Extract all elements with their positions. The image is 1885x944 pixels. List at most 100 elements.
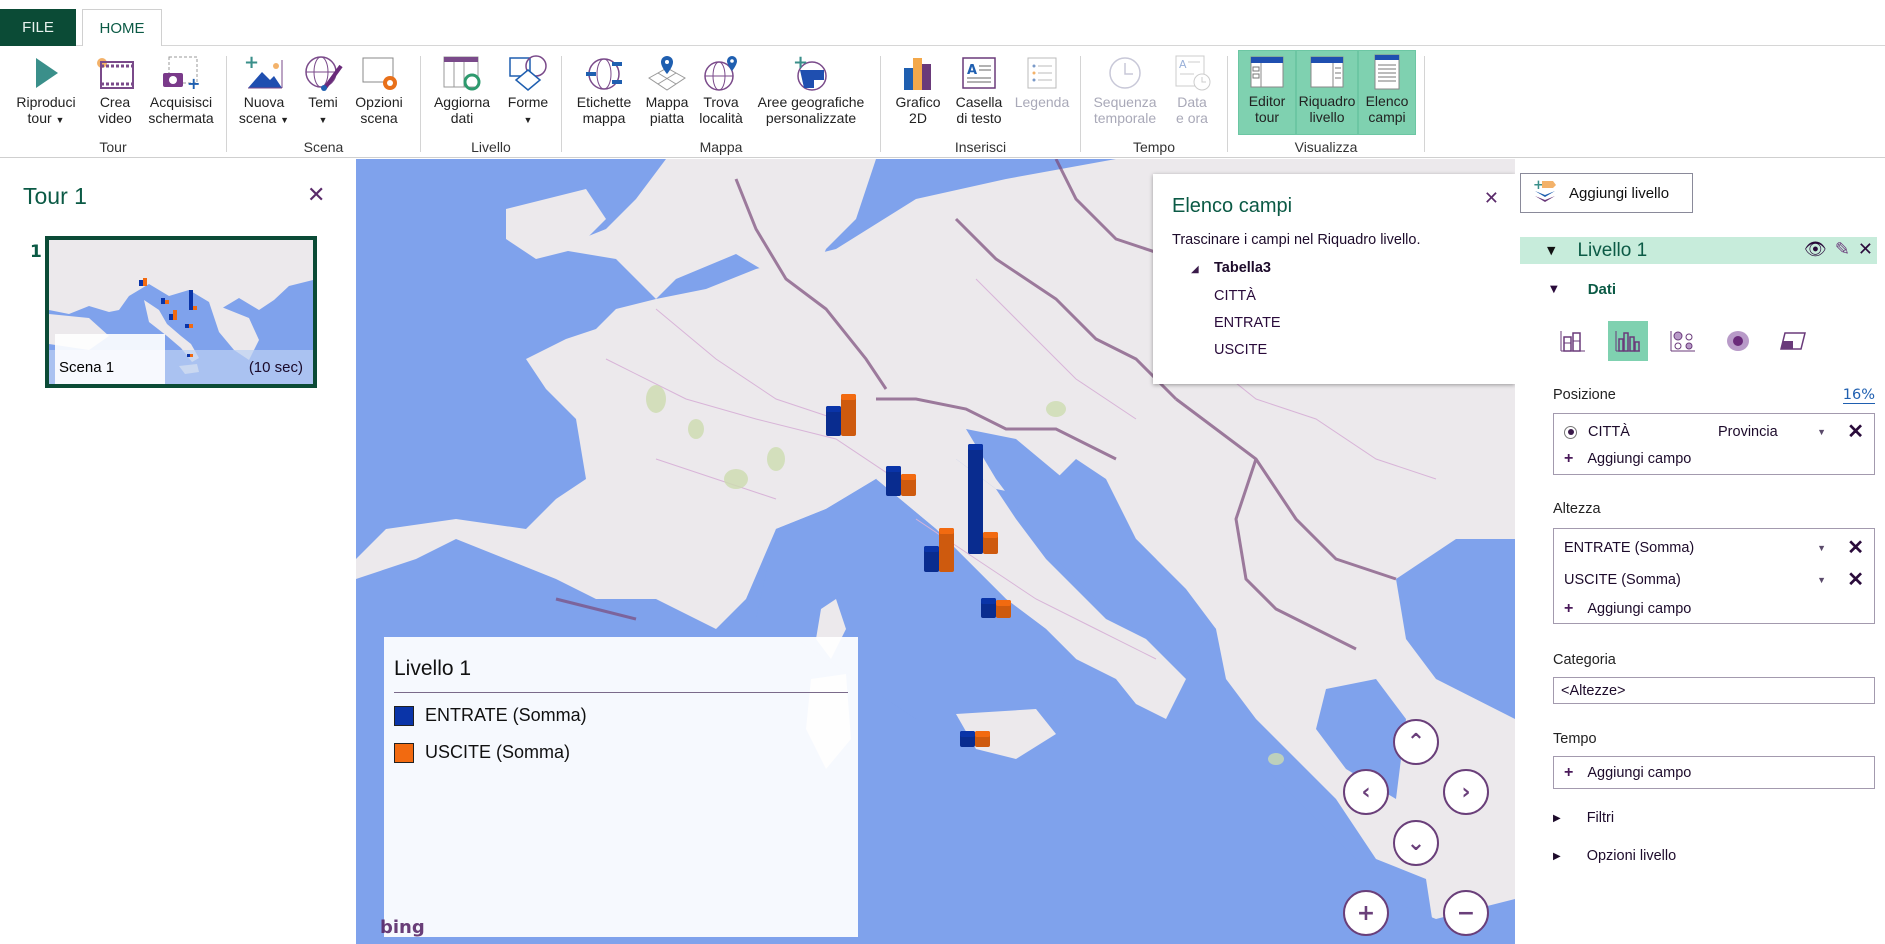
legend-icon [1020, 52, 1064, 94]
label-line2: temporale [1093, 110, 1157, 126]
custom-regions-button[interactable]: + Aree geografiche personalizzate [752, 52, 870, 134]
legend-swatch-uscite [394, 742, 414, 763]
bar-uscite-top-2 [939, 528, 954, 534]
label-line2: dati [450, 110, 474, 126]
svg-text:A: A [967, 63, 977, 78]
tab-home[interactable]: HOME [82, 9, 162, 47]
pan-left-button[interactable]: ‹ [1343, 769, 1389, 815]
bing-logo: bing [380, 917, 425, 938]
eye-icon[interactable]: 👁 [1804, 239, 1827, 260]
power-map-window: FILE HOME Riproduci tour ▼ Crea video + … [0, 0, 1885, 944]
table-name[interactable]: Tabella3 [1214, 260, 1271, 276]
field-entrate[interactable]: ENTRATE [1214, 315, 1281, 331]
themes-button[interactable]: Temi ▼ [303, 52, 343, 134]
pencil-icon[interactable]: ✎ [1835, 239, 1850, 260]
group-tour: Riproduci tour ▼ Crea video + Acquisisci… [0, 46, 226, 158]
zoom-in-button[interactable]: + [1343, 890, 1389, 936]
tree-expand-icon[interactable]: ◢ [1191, 264, 1199, 275]
viz-bubble-button[interactable] [1663, 321, 1703, 361]
delete-layer-icon[interactable]: ✕ [1858, 239, 1873, 260]
remove-field-icon[interactable]: ✕ [1847, 570, 1864, 590]
group-label-mappa: Mappa [699, 139, 743, 155]
radio-selected-icon[interactable] [1564, 425, 1577, 439]
timeline-button[interactable]: Sequenza temporale [1089, 52, 1161, 134]
add-layer-button[interactable]: + Aggiungi livello [1520, 173, 1693, 213]
pan-down-button[interactable]: ⌄ [1393, 820, 1439, 866]
pan-up-button[interactable]: ⌃ [1393, 719, 1439, 765]
remove-field-icon[interactable]: ✕ [1847, 422, 1864, 442]
viz-heatmap-button[interactable] [1718, 321, 1758, 361]
remove-field-icon[interactable]: ✕ [1847, 538, 1864, 558]
pan-right-button[interactable]: › [1443, 769, 1489, 815]
bar-uscite-top-1 [901, 474, 916, 480]
legend-button[interactable]: Legenda [1013, 52, 1071, 134]
bar-uscite-0[interactable] [841, 394, 856, 436]
bar-entrate-top-1 [886, 466, 901, 472]
viz-region-button[interactable] [1773, 321, 1813, 361]
field-uscite[interactable]: USCITE [1214, 342, 1267, 358]
map-canvas[interactable]: Livello 1 ENTRATE (Somma) USCITE (Somma)… [356, 159, 1515, 944]
categoria-value-row: <Altezze> [1561, 679, 1866, 703]
group-scena: + Nuova scena ▼ Temi ▼ Opzioni scena Sce… [227, 46, 420, 158]
label-line2: e ora [1176, 110, 1208, 126]
create-video-button[interactable]: Crea video [92, 52, 138, 134]
chevron-right-icon: › [1461, 779, 1471, 805]
layer-header[interactable]: ▼ Livello 1 👁 ✎ ✕ [1520, 237, 1877, 264]
tour-editor-toggle[interactable]: Editor tour [1238, 50, 1296, 135]
find-location-button[interactable]: Trova località [696, 52, 746, 134]
shapes-button[interactable]: Forme ▼ [505, 52, 551, 134]
chevron-up-icon: ⌃ [1406, 729, 1426, 755]
collapse-caret-icon: ▼ [1550, 284, 1558, 295]
bar-entrate-top-0 [826, 406, 841, 412]
dropdown-caret-icon[interactable]: ▼ [1817, 427, 1826, 437]
tab-file[interactable]: FILE [0, 9, 76, 46]
scene-thumbnail[interactable]: Scena 1 (10 sec) [45, 236, 317, 388]
geocode-percent-link[interactable]: 16% [1842, 387, 1875, 404]
map-labels-button[interactable]: Etichette mappa [574, 52, 634, 134]
map-legend[interactable]: Livello 1 ENTRATE (Somma) USCITE (Somma) [384, 637, 858, 937]
opzioni-livello-expander[interactable]: ▶ Opzioni livello [1553, 848, 1676, 864]
categoria-well[interactable]: <Altezze> [1553, 677, 1875, 704]
capture-screen-button[interactable]: + Acquisisci schermata [144, 52, 218, 134]
group-label-livello: Livello [471, 139, 511, 155]
date-time-button[interactable]: A Data e ora [1169, 52, 1215, 134]
bar-uscite-2[interactable] [939, 528, 954, 572]
tempo-add-field[interactable]: + Aggiungi campo [1564, 761, 1866, 785]
bar-entrate-3[interactable] [968, 444, 983, 554]
viz-clustered-column-button[interactable] [1608, 321, 1648, 361]
chevron-down-icon: ⌄ [1406, 830, 1426, 856]
label: Aggiorna [433, 94, 491, 110]
collapse-caret-icon[interactable]: ▼ [1547, 244, 1555, 257]
label-line2: video [98, 110, 132, 126]
posizione-add-field[interactable]: + Aggiungi campo [1564, 447, 1866, 471]
chart-2d-button[interactable]: Grafico 2D [891, 52, 945, 134]
dropdown-caret-icon[interactable]: ▼ [1817, 543, 1826, 553]
field-list-title: Elenco campi [1172, 195, 1293, 217]
group-label-tour: Tour [99, 139, 127, 155]
close-tour-icon[interactable]: ✕ [307, 185, 325, 207]
flat-map-button[interactable]: Mappa piatta [642, 52, 692, 134]
refresh-data-button[interactable]: Aggiorna dati [431, 52, 493, 134]
plus-icon: + [1564, 450, 1574, 467]
field-citta[interactable]: CITTÀ [1214, 288, 1256, 304]
dropdown-caret-icon[interactable]: ▼ [1817, 575, 1826, 585]
new-scene-button[interactable]: + Nuova scena ▼ [239, 52, 289, 134]
filtri-expander[interactable]: ▶ Filtri [1553, 810, 1614, 826]
field-list-toggle[interactable]: Elenco campi [1358, 50, 1416, 135]
viz-stacked-column-button[interactable] [1553, 321, 1593, 361]
group-label-visualizza: Visualizza [1294, 139, 1358, 155]
play-tour-button[interactable]: Riproduci tour ▼ [8, 52, 84, 134]
scene-gear-icon [357, 52, 401, 94]
text-box-button[interactable]: A Casella di testo [951, 52, 1007, 134]
zoom-out-button[interactable]: − [1443, 890, 1489, 936]
tempo-well: + Aggiungi campo [1553, 756, 1875, 789]
scene-options-button[interactable]: Opzioni scena [349, 52, 409, 134]
close-field-list-icon[interactable]: ✕ [1484, 188, 1499, 209]
label-line2: 2D [909, 110, 927, 126]
altezza-add-field[interactable]: + Aggiungi campo [1564, 597, 1866, 621]
dati-section-header[interactable]: ▼ Dati [1550, 281, 1616, 298]
label: Casella [955, 94, 1003, 110]
region-icon [1780, 332, 1806, 350]
geo-type-select[interactable]: Provincia [1718, 424, 1778, 440]
layer-pane-toggle[interactable]: Riquadro livello [1296, 50, 1358, 135]
